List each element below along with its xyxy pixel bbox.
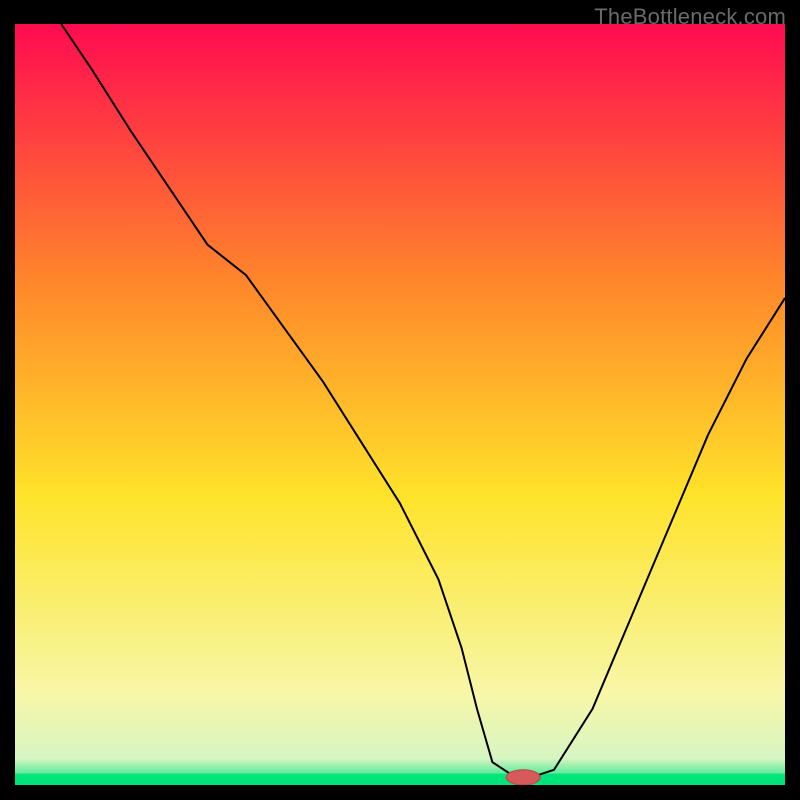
plot-svg <box>15 24 785 785</box>
watermark-label: TheBottleneck.com <box>594 4 786 30</box>
gradient-background <box>15 24 785 785</box>
baseline-stripe <box>15 774 785 785</box>
chart-frame: TheBottleneck.com <box>0 0 800 800</box>
plot-area <box>15 24 785 785</box>
optimum-marker <box>506 770 540 785</box>
